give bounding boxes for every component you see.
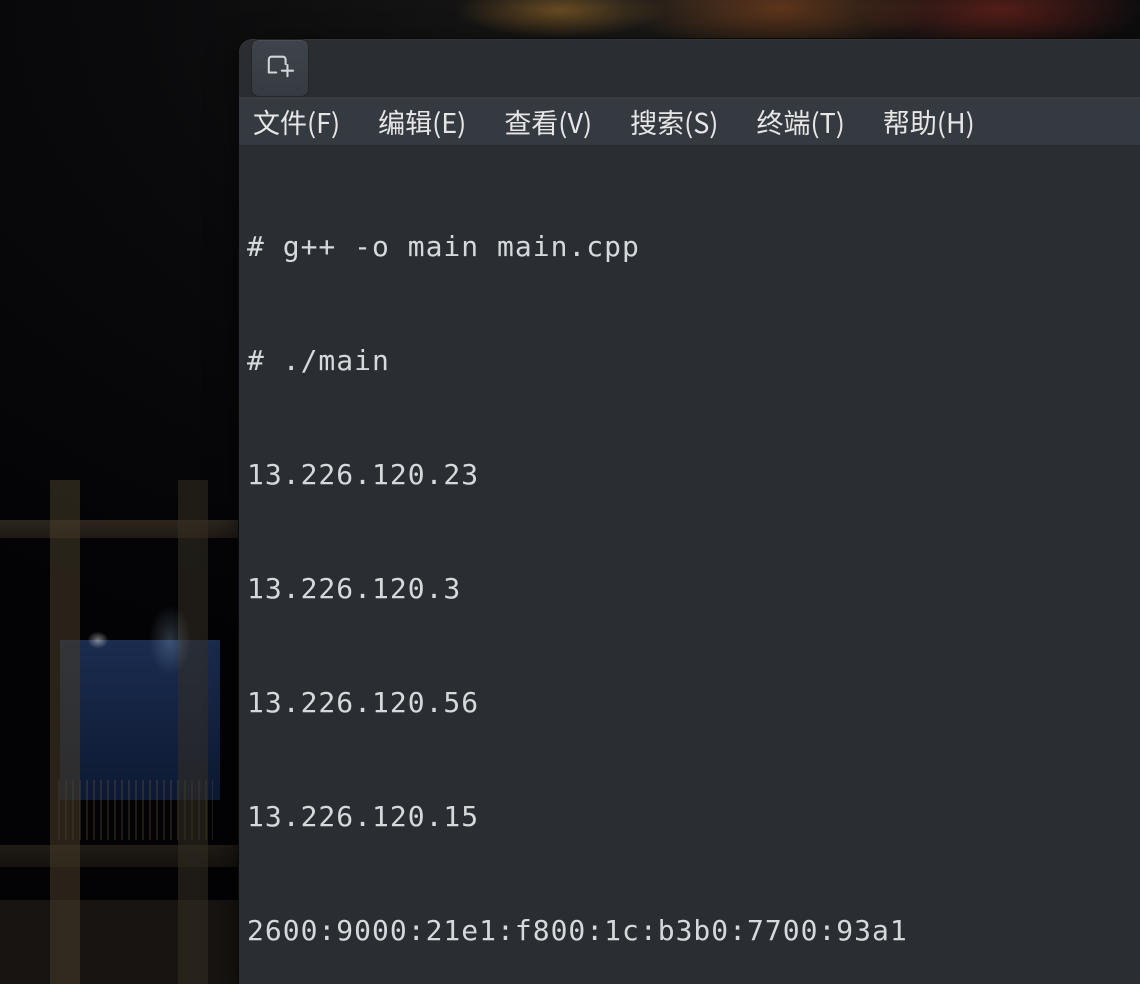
- terminal-window: 文件(F) 编辑(E) 查看(V) 搜索(S) 终端(T) 帮助(H) # g+…: [238, 38, 1140, 984]
- menu-bar: 文件(F) 编辑(E) 查看(V) 搜索(S) 终端(T) 帮助(H): [239, 98, 1140, 146]
- menu-edit[interactable]: 编辑(E): [374, 98, 470, 145]
- menu-view[interactable]: 查看(V): [500, 98, 596, 145]
- window-titlebar: [239, 39, 1140, 98]
- menu-help[interactable]: 帮助(H): [879, 98, 979, 145]
- menu-terminal[interactable]: 终端(T): [752, 98, 848, 145]
- terminal-line: # g++ -o main main.cpp: [247, 228, 1132, 266]
- menu-file[interactable]: 文件(F): [249, 98, 344, 145]
- new-tab-icon: [265, 52, 295, 84]
- menu-search[interactable]: 搜索(S): [626, 98, 722, 145]
- terminal-line: 13.226.120.15: [247, 798, 1132, 836]
- terminal-viewport[interactable]: # g++ -o main main.cpp # ./main 13.226.1…: [239, 146, 1140, 984]
- terminal-line: # ./main: [247, 342, 1132, 380]
- terminal-line: 13.226.120.23: [247, 456, 1132, 494]
- terminal-line: 2600:9000:21e1:f800:1c:b3b0:7700:93a1: [247, 912, 1132, 950]
- terminal-line: 13.226.120.56: [247, 684, 1132, 722]
- terminal-line: 13.226.120.3: [247, 570, 1132, 608]
- new-tab-button[interactable]: [251, 39, 309, 97]
